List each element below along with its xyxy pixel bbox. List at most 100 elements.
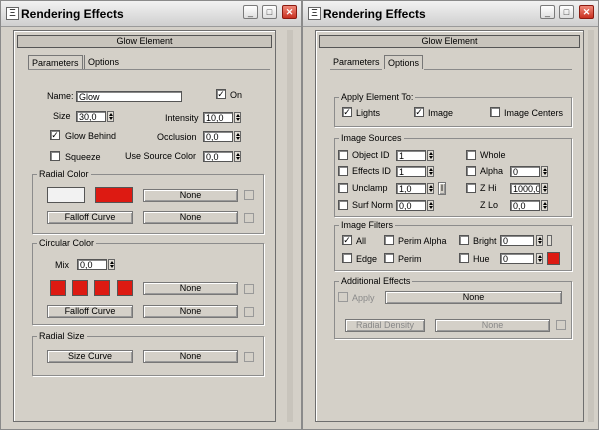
name-field[interactable]: Glow <box>76 91 182 102</box>
filter-hue-color-swatch[interactable] <box>547 252 560 265</box>
z-hi-checkbox[interactable] <box>466 183 476 193</box>
maximize-button[interactable]: □ <box>262 5 277 19</box>
z-lo-spinner[interactable] <box>541 200 548 211</box>
circular-color-map-checkbox[interactable] <box>244 284 254 294</box>
filter-hue-label: Hue <box>473 254 490 264</box>
circular-color-swatch-3[interactable] <box>94 280 110 296</box>
filter-bright-lock-button[interactable] <box>547 235 552 246</box>
intensity-label: Intensity <box>165 113 199 123</box>
minimize-button[interactable]: _ <box>540 5 555 19</box>
object-id-checkbox[interactable] <box>338 150 348 160</box>
radial-color-map-checkbox[interactable] <box>244 190 254 200</box>
intensity-spinner[interactable] <box>234 112 241 123</box>
mix-spinner[interactable] <box>108 259 115 270</box>
radial-color-map-button[interactable]: None <box>143 189 238 202</box>
object-id-field[interactable]: 1 <box>396 150 426 161</box>
alpha-field[interactable]: 0 <box>510 166 540 177</box>
left-titlebar[interactable]: Ξ Rendering Effects _ □ ✕ <box>1 1 301 27</box>
z-hi-field[interactable]: 1000,0 <box>510 183 540 194</box>
on-checkbox[interactable]: ✓ <box>216 89 226 99</box>
z-lo-field[interactable]: 0,0 <box>510 200 540 211</box>
tab-options[interactable]: Options <box>84 55 122 69</box>
tab-parameters[interactable]: Parameters <box>28 55 83 69</box>
squeeze-checkbox[interactable] <box>50 151 60 161</box>
rollout-header[interactable]: Glow Element <box>319 35 580 48</box>
circular-falloff-map-checkbox[interactable] <box>244 307 254 317</box>
use-source-color-spinner[interactable] <box>234 151 241 162</box>
alpha-checkbox[interactable] <box>466 166 476 176</box>
glow-behind-checkbox[interactable]: ✓ <box>50 130 60 140</box>
on-label: On <box>230 90 243 100</box>
size-curve-button[interactable]: Size Curve <box>47 350 133 363</box>
rollout-header[interactable]: Glow Element <box>17 35 272 48</box>
radial-density-map-button[interactable]: None <box>435 319 550 332</box>
right-scrollbar[interactable] <box>588 30 594 422</box>
circular-color-swatch-4[interactable] <box>117 280 133 296</box>
size-field[interactable]: 30,0 <box>76 111 106 122</box>
filter-bright-field[interactable]: 0 <box>500 235 534 246</box>
filter-hue-checkbox[interactable] <box>459 253 469 263</box>
tab-options[interactable]: Options <box>384 55 424 69</box>
radial-density-map-checkbox[interactable] <box>556 320 566 330</box>
glow-behind-label: Glow Behind <box>65 131 117 141</box>
effects-id-spinner[interactable] <box>427 166 434 177</box>
radial-size-map-button[interactable]: None <box>143 350 238 363</box>
filter-perim-alpha-checkbox[interactable] <box>384 235 394 245</box>
unclamp-i-button[interactable]: I <box>438 182 446 195</box>
radial-falloff-curve-button[interactable]: Falloff Curve <box>47 211 133 224</box>
radial-falloff-map-checkbox[interactable] <box>244 213 254 223</box>
occlusion-field[interactable]: 0,0 <box>203 131 233 142</box>
surf-norm-spinner[interactable] <box>427 200 434 211</box>
close-button[interactable]: ✕ <box>579 5 594 19</box>
right-titlebar[interactable]: Ξ Rendering Effects _ □ ✕ <box>303 1 598 27</box>
effects-id-checkbox[interactable] <box>338 166 348 176</box>
apply-effect-map-button[interactable]: None <box>385 291 562 304</box>
surf-norm-field[interactable]: 0,0 <box>396 200 426 211</box>
right-window: Ξ Rendering Effects _ □ ✕ Glow Element P… <box>302 0 599 430</box>
filter-hue-field[interactable]: 0 <box>500 253 534 264</box>
tab-parameters[interactable]: Parameters <box>330 55 383 69</box>
circular-color-swatch-1[interactable] <box>50 280 66 296</box>
circular-falloff-map-button[interactable]: None <box>143 305 238 318</box>
occlusion-spinner[interactable] <box>234 131 241 142</box>
apply-image-centers-checkbox[interactable] <box>490 107 500 117</box>
radial-falloff-map-button[interactable]: None <box>143 211 238 224</box>
apply-lights-checkbox[interactable]: ✓ <box>342 107 352 117</box>
effects-id-field[interactable]: 1 <box>396 166 426 177</box>
apply-effect-checkbox[interactable] <box>338 292 348 302</box>
radial-size-map-checkbox[interactable] <box>244 352 254 362</box>
unclamp-checkbox[interactable] <box>338 183 348 193</box>
object-id-spinner[interactable] <box>427 150 434 161</box>
filter-all-checkbox[interactable]: ✓ <box>342 235 352 245</box>
size-spinner[interactable] <box>107 111 114 122</box>
mix-field[interactable]: 0,0 <box>77 259 107 270</box>
circular-color-map-button[interactable]: None <box>143 282 238 295</box>
whole-checkbox[interactable] <box>466 150 476 160</box>
filter-edge-label: Edge <box>356 254 378 264</box>
filter-bright-label: Bright <box>473 236 497 246</box>
circular-color-swatch-2[interactable] <box>72 280 88 296</box>
use-source-color-field[interactable]: 0,0 <box>203 151 233 162</box>
unclamp-field[interactable]: 1,0 <box>396 183 426 194</box>
radial-color-swatch-1[interactable] <box>47 187 85 203</box>
radial-density-button[interactable]: Radial Density <box>345 319 425 332</box>
z-hi-spinner[interactable] <box>541 183 548 194</box>
maximize-button[interactable]: □ <box>559 5 574 19</box>
circular-falloff-curve-button[interactable]: Falloff Curve <box>47 305 133 318</box>
filter-bright-checkbox[interactable] <box>459 235 469 245</box>
apply-image-centers-label: Image Centers <box>504 108 564 118</box>
filter-perim-checkbox[interactable] <box>384 253 394 263</box>
minimize-button[interactable]: _ <box>243 5 258 19</box>
filter-hue-spinner[interactable] <box>536 253 543 264</box>
filter-edge-checkbox[interactable] <box>342 253 352 263</box>
intensity-field[interactable]: 10,0 <box>203 112 233 123</box>
unclamp-spinner[interactable] <box>427 183 434 194</box>
close-button[interactable]: ✕ <box>282 5 297 19</box>
apply-image-checkbox[interactable]: ✓ <box>414 107 424 117</box>
radial-color-swatch-2[interactable] <box>95 187 133 203</box>
left-scrollbar[interactable] <box>287 30 293 422</box>
filter-bright-spinner[interactable] <box>536 235 543 246</box>
alpha-spinner[interactable] <box>541 166 548 177</box>
surf-norm-checkbox[interactable] <box>338 200 348 210</box>
use-source-color-label: Use Source Color <box>125 151 197 161</box>
